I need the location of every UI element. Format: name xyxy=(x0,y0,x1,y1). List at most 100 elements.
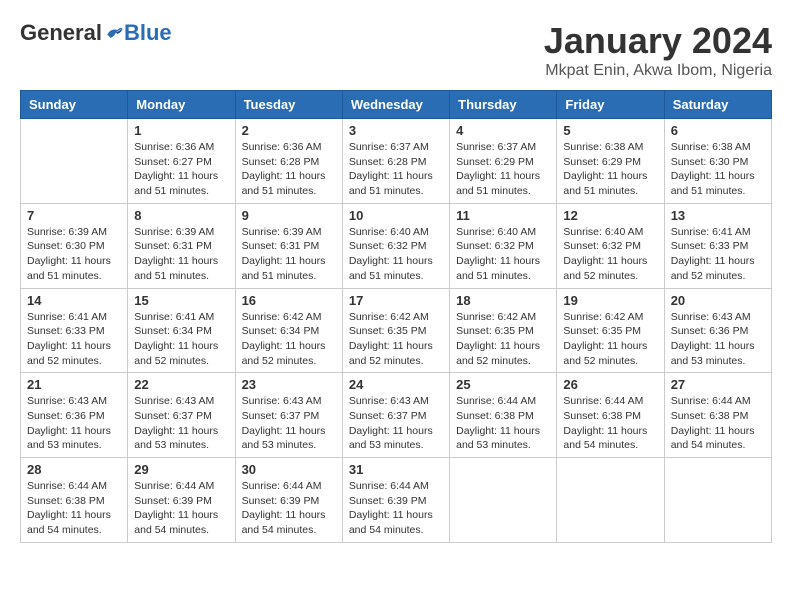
day-detail: Sunrise: 6:37 AMSunset: 6:28 PMDaylight:… xyxy=(349,140,443,199)
day-detail: Sunrise: 6:37 AMSunset: 6:29 PMDaylight:… xyxy=(456,140,550,199)
day-number: 24 xyxy=(349,377,443,392)
day-detail: Sunrise: 6:44 AMSunset: 6:39 PMDaylight:… xyxy=(134,479,228,538)
day-number: 20 xyxy=(671,293,765,308)
day-number: 13 xyxy=(671,208,765,223)
calendar-cell: 12 Sunrise: 6:40 AMSunset: 6:32 PMDayligh… xyxy=(557,203,664,288)
day-number: 26 xyxy=(563,377,657,392)
calendar-cell: 21 Sunrise: 6:43 AMSunset: 6:36 PMDayligh… xyxy=(21,373,128,458)
week-row-5: 28Sunrise: 6:44 AMSunset: 6:38 PMDayligh… xyxy=(21,458,772,543)
day-detail: Sunrise: 6:41 AMSunset: 6:33 PMDaylight:… xyxy=(27,310,121,369)
day-number: 29 xyxy=(134,462,228,477)
week-row-2: 7 Sunrise: 6:39 AMSunset: 6:30 PMDaylight… xyxy=(21,203,772,288)
logo-bird-icon xyxy=(104,23,124,43)
page-header: General Blue January 2024 Mkpat Enin, Ak… xyxy=(20,20,772,80)
calendar-cell: 9Sunrise: 6:39 AMSunset: 6:31 PMDaylight… xyxy=(235,203,342,288)
day-detail: Sunrise: 6:44 AMSunset: 6:38 PMDaylight:… xyxy=(671,394,765,453)
day-number: 27 xyxy=(671,377,765,392)
month-title: January 2024 xyxy=(544,20,772,62)
calendar-cell: 18 Sunrise: 6:42 AMSunset: 6:35 PMDayligh… xyxy=(450,288,557,373)
day-number: 5 xyxy=(563,123,657,138)
day-number: 16 xyxy=(242,293,336,308)
day-number: 14 xyxy=(27,293,121,308)
calendar-cell: 17Sunrise: 6:42 AMSunset: 6:35 PMDayligh… xyxy=(342,288,449,373)
week-row-3: 14 Sunrise: 6:41 AMSunset: 6:33 PMDayligh… xyxy=(21,288,772,373)
col-header-sunday: Sunday xyxy=(21,91,128,119)
day-detail: Sunrise: 6:43 AMSunset: 6:37 PMDaylight:… xyxy=(134,394,228,453)
day-detail: Sunrise: 6:43 AMSunset: 6:36 PMDaylight:… xyxy=(671,310,765,369)
day-detail: Sunrise: 6:38 AMSunset: 6:29 PMDaylight:… xyxy=(563,140,657,199)
day-number: 18 xyxy=(456,293,550,308)
calendar-cell: 8Sunrise: 6:39 AMSunset: 6:31 PMDaylight… xyxy=(128,203,235,288)
day-detail: Sunrise: 6:42 AMSunset: 6:35 PMDaylight:… xyxy=(349,310,443,369)
calendar-cell xyxy=(21,119,128,204)
col-header-tuesday: Tuesday xyxy=(235,91,342,119)
calendar-cell: 28Sunrise: 6:44 AMSunset: 6:38 PMDayligh… xyxy=(21,458,128,543)
calendar-cell: 7 Sunrise: 6:39 AMSunset: 6:30 PMDaylight… xyxy=(21,203,128,288)
calendar-cell: 22 Sunrise: 6:43 AMSunset: 6:37 PMDayligh… xyxy=(128,373,235,458)
calendar-cell: 14 Sunrise: 6:41 AMSunset: 6:33 PMDayligh… xyxy=(21,288,128,373)
calendar-cell xyxy=(450,458,557,543)
day-number: 3 xyxy=(349,123,443,138)
col-header-thursday: Thursday xyxy=(450,91,557,119)
day-number: 11 xyxy=(456,208,550,223)
calendar-cell: 27 Sunrise: 6:44 AMSunset: 6:38 PMDayligh… xyxy=(664,373,771,458)
calendar-cell: 31Sunrise: 6:44 AMSunset: 6:39 PMDayligh… xyxy=(342,458,449,543)
day-number: 21 xyxy=(27,377,121,392)
calendar-cell: 13Sunrise: 6:41 AMSunset: 6:33 PMDayligh… xyxy=(664,203,771,288)
day-number: 8 xyxy=(134,208,228,223)
day-detail: Sunrise: 6:43 AMSunset: 6:37 PMDaylight:… xyxy=(242,394,336,453)
day-number: 1 xyxy=(134,123,228,138)
calendar-cell: 16 Sunrise: 6:42 AMSunset: 6:34 PMDayligh… xyxy=(235,288,342,373)
calendar-cell: 29 Sunrise: 6:44 AMSunset: 6:39 PMDayligh… xyxy=(128,458,235,543)
day-number: 22 xyxy=(134,377,228,392)
calendar-cell: 11 Sunrise: 6:40 AMSunset: 6:32 PMDayligh… xyxy=(450,203,557,288)
calendar-cell: 26Sunrise: 6:44 AMSunset: 6:38 PMDayligh… xyxy=(557,373,664,458)
day-detail: Sunrise: 6:42 AMSunset: 6:34 PMDaylight:… xyxy=(242,310,336,369)
calendar-table: SundayMondayTuesdayWednesdayThursdayFrid… xyxy=(20,90,772,543)
day-detail: Sunrise: 6:43 AMSunset: 6:37 PMDaylight:… xyxy=(349,394,443,453)
day-detail: Sunrise: 6:42 AMSunset: 6:35 PMDaylight:… xyxy=(563,310,657,369)
day-detail: Sunrise: 6:36 AMSunset: 6:27 PMDaylight:… xyxy=(134,140,228,199)
day-detail: Sunrise: 6:44 AMSunset: 6:39 PMDaylight:… xyxy=(242,479,336,538)
col-header-friday: Friday xyxy=(557,91,664,119)
calendar-cell: 6Sunrise: 6:38 AMSunset: 6:30 PMDaylight… xyxy=(664,119,771,204)
calendar-cell: 20 Sunrise: 6:43 AMSunset: 6:36 PMDayligh… xyxy=(664,288,771,373)
day-number: 12 xyxy=(563,208,657,223)
day-number: 19 xyxy=(563,293,657,308)
title-section: January 2024 Mkpat Enin, Akwa Ibom, Nige… xyxy=(544,20,772,80)
day-detail: Sunrise: 6:40 AMSunset: 6:32 PMDaylight:… xyxy=(349,225,443,284)
day-number: 2 xyxy=(242,123,336,138)
calendar-cell: 15 Sunrise: 6:41 AMSunset: 6:34 PMDayligh… xyxy=(128,288,235,373)
day-detail: Sunrise: 6:41 AMSunset: 6:34 PMDaylight:… xyxy=(134,310,228,369)
day-number: 10 xyxy=(349,208,443,223)
day-number: 15 xyxy=(134,293,228,308)
day-detail: Sunrise: 6:44 AMSunset: 6:38 PMDaylight:… xyxy=(27,479,121,538)
day-number: 30 xyxy=(242,462,336,477)
logo-general-text: General xyxy=(20,20,102,46)
calendar-cell: 2 Sunrise: 6:36 AMSunset: 6:28 PMDaylight… xyxy=(235,119,342,204)
calendar-cell xyxy=(664,458,771,543)
day-detail: Sunrise: 6:42 AMSunset: 6:35 PMDaylight:… xyxy=(456,310,550,369)
day-detail: Sunrise: 6:40 AMSunset: 6:32 PMDaylight:… xyxy=(456,225,550,284)
day-number: 7 xyxy=(27,208,121,223)
calendar-cell: 25Sunrise: 6:44 AMSunset: 6:38 PMDayligh… xyxy=(450,373,557,458)
logo: General Blue xyxy=(20,20,172,46)
day-detail: Sunrise: 6:43 AMSunset: 6:36 PMDaylight:… xyxy=(27,394,121,453)
day-number: 9 xyxy=(242,208,336,223)
day-detail: Sunrise: 6:36 AMSunset: 6:28 PMDaylight:… xyxy=(242,140,336,199)
day-detail: Sunrise: 6:40 AMSunset: 6:32 PMDaylight:… xyxy=(563,225,657,284)
calendar-cell: 5 Sunrise: 6:38 AMSunset: 6:29 PMDaylight… xyxy=(557,119,664,204)
col-header-saturday: Saturday xyxy=(664,91,771,119)
day-detail: Sunrise: 6:39 AMSunset: 6:30 PMDaylight:… xyxy=(27,225,121,284)
calendar-cell: 30 Sunrise: 6:44 AMSunset: 6:39 PMDayligh… xyxy=(235,458,342,543)
calendar-cell: 1 Sunrise: 6:36 AMSunset: 6:27 PMDaylight… xyxy=(128,119,235,204)
calendar-cell: 4 Sunrise: 6:37 AMSunset: 6:29 PMDaylight… xyxy=(450,119,557,204)
day-number: 4 xyxy=(456,123,550,138)
day-detail: Sunrise: 6:44 AMSunset: 6:38 PMDaylight:… xyxy=(456,394,550,453)
calendar-cell: 23 Sunrise: 6:43 AMSunset: 6:37 PMDayligh… xyxy=(235,373,342,458)
col-header-wednesday: Wednesday xyxy=(342,91,449,119)
day-number: 23 xyxy=(242,377,336,392)
calendar-cell: 10 Sunrise: 6:40 AMSunset: 6:32 PMDayligh… xyxy=(342,203,449,288)
header-row: SundayMondayTuesdayWednesdayThursdayFrid… xyxy=(21,91,772,119)
logo-blue-text: Blue xyxy=(124,20,172,46)
